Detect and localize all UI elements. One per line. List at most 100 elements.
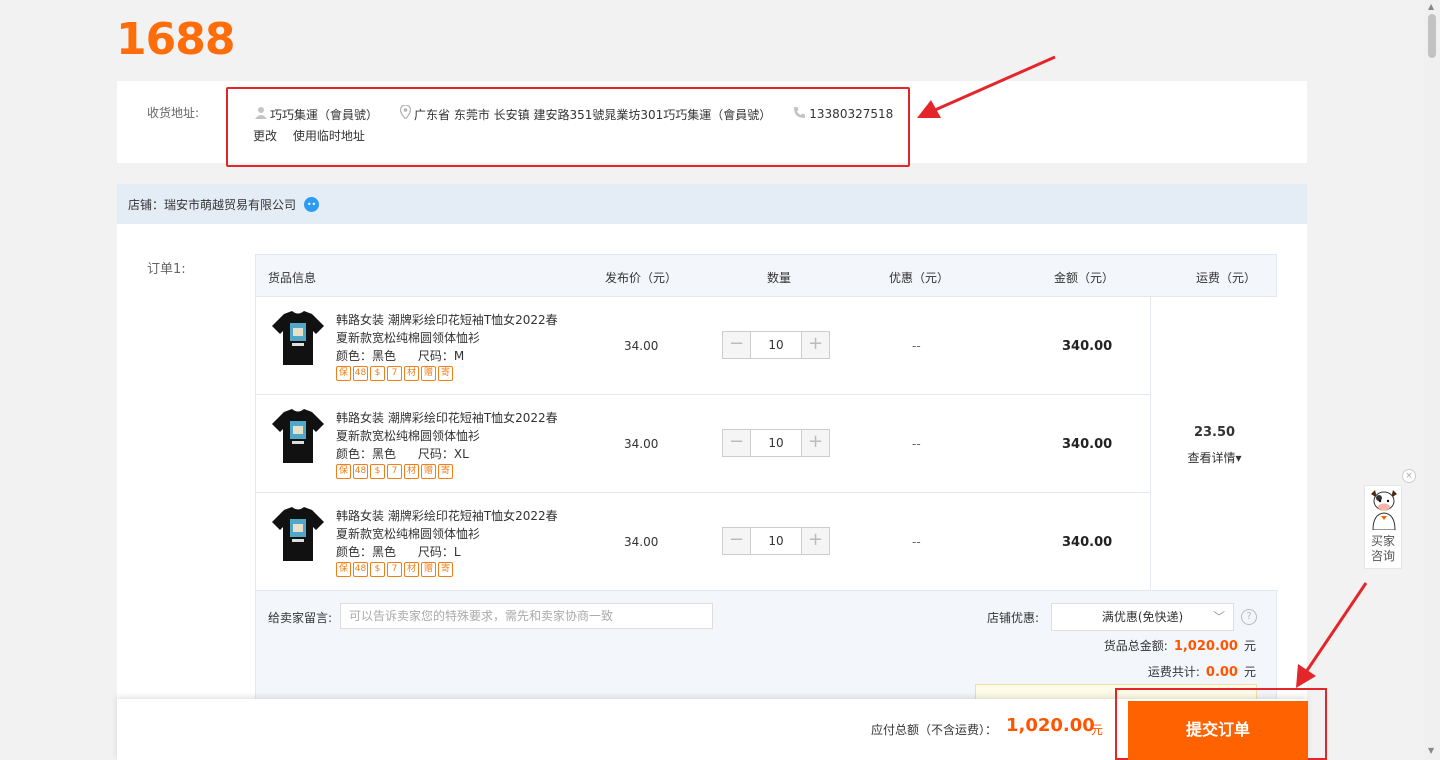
shop-discount-value: 满优惠(免快递): [1101, 610, 1184, 624]
goods-total-unit: 元: [1243, 639, 1256, 653]
48h-ship-tag-icon[interactable]: 48: [353, 464, 368, 479]
material-tag-icon[interactable]: 材: [404, 464, 419, 479]
consult-line2: 咨询: [1370, 549, 1395, 563]
discount-value: --: [912, 535, 921, 549]
shipping-total-unit: 元: [1243, 665, 1256, 679]
qty-minus-button[interactable]: −: [723, 332, 750, 358]
shipping-cell: 23.50 查看详情▾: [1150, 297, 1278, 591]
size-label: 尺码：: [417, 545, 454, 559]
consign-tag-icon[interactable]: 寄: [438, 464, 453, 479]
line-amount: 340.00: [1062, 437, 1113, 452]
shipping-total-row: 运费共计: 0.00 元: [1148, 663, 1256, 680]
consult-line1: 买家: [1370, 534, 1395, 548]
quantity-stepper: − 10 +: [722, 331, 830, 359]
money-tag-icon[interactable]: $: [370, 562, 385, 577]
address-highlight-box: [226, 87, 910, 167]
qty-minus-button[interactable]: −: [723, 430, 750, 456]
48h-ship-tag-icon[interactable]: 48: [353, 562, 368, 577]
scroll-up-icon[interactable]: ▲: [1428, 2, 1434, 11]
unit-price: 34.00: [624, 437, 659, 451]
shipping-total-label: 运费共计:: [1147, 665, 1200, 679]
qty-input[interactable]: 10: [750, 332, 802, 358]
quantity-stepper: − 10 +: [722, 429, 830, 457]
size-value: L: [453, 545, 461, 559]
money-tag-icon[interactable]: $: [370, 366, 385, 381]
table-row: 韩路女装 潮牌彩绘印花短袖T恤女2022春夏新款宽松纯棉圆领体恤衫 颜色：黑色 …: [256, 297, 1150, 395]
qty-minus-button[interactable]: −: [723, 528, 750, 554]
money-tag-icon[interactable]: $: [370, 464, 385, 479]
product-spec: 颜色：黑色 尺码：L: [336, 543, 461, 560]
color-value: 黑色: [372, 545, 397, 559]
consult-close-icon[interactable]: ×: [1402, 469, 1416, 483]
qty-plus-button[interactable]: +: [802, 528, 829, 554]
shipping-total-value: 0.00: [1205, 665, 1238, 680]
quantity-stepper: − 10 +: [722, 527, 830, 555]
gift-tag-icon[interactable]: 赠: [421, 366, 436, 381]
guarantee-tag-icon[interactable]: 保: [336, 464, 351, 479]
payable-total-unit: 元: [1091, 723, 1104, 737]
col-discount: 优惠（元）: [889, 271, 950, 285]
product-title[interactable]: 韩路女装 潮牌彩绘印花短袖T恤女2022春夏新款宽松纯棉圆领体恤衫: [336, 409, 561, 445]
guarantee-tag-icon[interactable]: 保: [336, 562, 351, 577]
consult-label: 买家 咨询: [1365, 534, 1401, 564]
7day-return-tag-icon[interactable]: 7: [387, 366, 402, 381]
qty-plus-button[interactable]: +: [802, 332, 829, 358]
7day-return-tag-icon[interactable]: 7: [387, 562, 402, 577]
table-row: 韩路女装 潮牌彩绘印花短袖T恤女2022春夏新款宽松纯棉圆领体恤衫 颜色：黑色 …: [256, 493, 1150, 591]
scroll-down-icon[interactable]: ▼: [1428, 746, 1434, 755]
message-label: 给卖家留言:: [268, 611, 333, 625]
material-tag-icon[interactable]: 材: [404, 366, 419, 381]
discount-value: --: [912, 339, 921, 353]
48h-ship-tag-icon[interactable]: 48: [353, 366, 368, 381]
scroll-thumb[interactable]: [1428, 14, 1436, 58]
help-icon[interactable]: ?: [1241, 609, 1257, 625]
cow-mascot-icon: [1371, 490, 1397, 530]
product-thumbnail[interactable]: [268, 406, 328, 466]
color-value: 黑色: [372, 349, 397, 363]
service-tags: 保 48 $ 7 材 赠 寄: [336, 366, 453, 381]
logo-1688[interactable]: 1688: [116, 18, 235, 62]
size-value: M: [453, 349, 465, 363]
size-label: 尺码：: [417, 349, 454, 363]
col-quantity: 数量: [767, 271, 792, 285]
line-amount: 340.00: [1062, 339, 1113, 354]
consign-tag-icon[interactable]: 寄: [438, 562, 453, 577]
submit-order-button[interactable]: 提交订单: [1128, 701, 1308, 760]
qty-input[interactable]: 10: [750, 430, 802, 456]
product-thumbnail[interactable]: [268, 504, 328, 564]
size-label: 尺码：: [417, 447, 454, 461]
color-label: 颜色：: [336, 349, 373, 363]
product-title[interactable]: 韩路女装 潮牌彩绘印花短袖T恤女2022春夏新款宽松纯棉圆领体恤衫: [336, 311, 561, 347]
shipping-detail-link[interactable]: 查看详情▾: [1151, 449, 1278, 466]
product-spec: 颜色：黑色 尺码：XL: [336, 445, 469, 462]
payable-total-label: 应付总额（不含运费）：: [871, 723, 998, 737]
product-thumbnail[interactable]: [268, 308, 328, 368]
7day-return-tag-icon[interactable]: 7: [387, 464, 402, 479]
qty-plus-button[interactable]: +: [802, 430, 829, 456]
size-value: XL: [453, 447, 469, 461]
product-title[interactable]: 韩路女装 潮牌彩绘印花短袖T恤女2022春夏新款宽松纯棉圆领体恤衫: [336, 507, 561, 543]
buyer-consult-widget[interactable]: 买家 咨询: [1364, 485, 1402, 569]
shop-bar: 店铺： 瑞安市萌越贸易有限公司 ••: [117, 184, 1307, 224]
color-value: 黑色: [372, 447, 397, 461]
shop-label: 店铺：: [128, 197, 165, 212]
message-input[interactable]: [340, 603, 713, 629]
guarantee-tag-icon[interactable]: 保: [336, 366, 351, 381]
order-label: 订单1:: [147, 262, 186, 277]
wangwang-chat-icon[interactable]: ••: [304, 196, 320, 212]
page-scrollbar[interactable]: ▲ ▼: [1424, 0, 1440, 760]
qty-input[interactable]: 10: [750, 528, 802, 554]
unit-price: 34.00: [624, 535, 659, 549]
gift-tag-icon[interactable]: 赠: [421, 562, 436, 577]
product-spec: 颜色：黑色 尺码：M: [336, 347, 464, 364]
consign-tag-icon[interactable]: 寄: [438, 366, 453, 381]
shop-discount-select[interactable]: 满优惠(免快递) ﹀: [1051, 603, 1234, 631]
address-label: 收货地址:: [147, 106, 200, 120]
shipping-fee: 23.50: [1193, 425, 1236, 440]
material-tag-icon[interactable]: 材: [404, 562, 419, 577]
color-label: 颜色：: [336, 447, 373, 461]
service-tags: 保 48 $ 7 材 赠 寄: [336, 562, 453, 577]
shop-name[interactable]: 瑞安市萌越贸易有限公司: [164, 196, 296, 213]
discount-value: --: [912, 437, 921, 451]
gift-tag-icon[interactable]: 赠: [421, 464, 436, 479]
